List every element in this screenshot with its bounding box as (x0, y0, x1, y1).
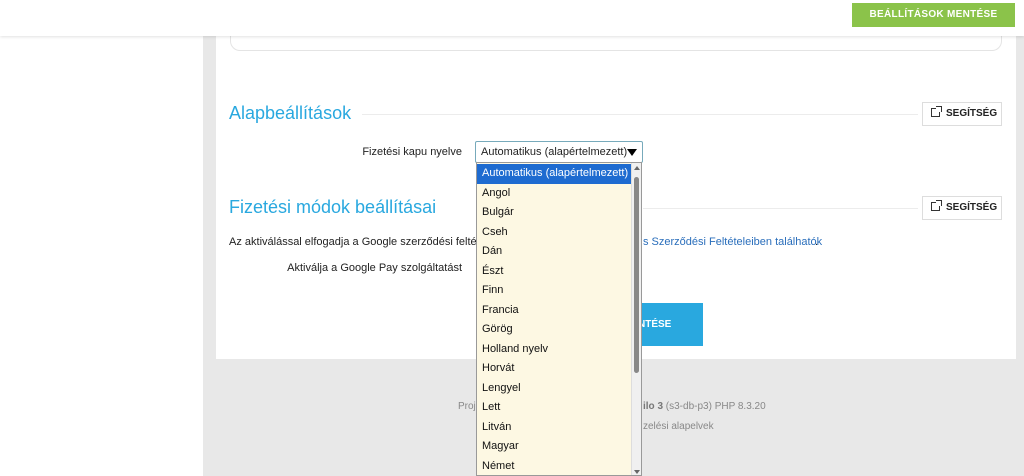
top-toolbar: BEÁLLÍTÁSOK MENTÉSE (0, 0, 1024, 36)
google-pay-label: Aktiválja a Google Pay szolgáltatást (287, 262, 462, 274)
terms-link[interactable]: s Szerződési Feltételeiben találhatók (643, 236, 822, 248)
scroll-up-arrow-icon[interactable] (634, 166, 640, 170)
select-value: Automatikus (alapértelmezett) (481, 146, 628, 158)
save-settings-button[interactable]: BEÁLLÍTÁSOK MENTÉSE (852, 3, 1015, 27)
left-sidebar (0, 36, 203, 476)
dropdown-option[interactable]: Dán (477, 242, 631, 262)
dropdown-option[interactable]: Cseh (477, 223, 631, 243)
scroll-down-arrow-icon[interactable] (634, 470, 640, 474)
scroll-thumb[interactable] (634, 177, 639, 373)
help-button-label: SEGÍTSÉG (946, 108, 998, 119)
footer-server-detail: (s3-db-p3) PHP 8.3.20 (663, 401, 766, 412)
dropdown-option[interactable]: Észt (477, 262, 631, 282)
dropdown-option[interactable]: Lengyel (477, 379, 631, 399)
dropdown-scrollbar[interactable] (631, 163, 641, 475)
terms-period: . (815, 236, 819, 248)
dropdown-option[interactable]: Görög (477, 320, 631, 340)
dropdown-option[interactable]: Horvát (477, 359, 631, 379)
dropdown-option[interactable]: Automatikus (alapértelmezett) (477, 164, 631, 184)
caret-down-icon (627, 149, 637, 156)
dropdown-option[interactable]: Német (477, 457, 631, 476)
dropdown-option[interactable]: Lett (477, 398, 631, 418)
footer-project-text: Proj (458, 401, 476, 412)
section-divider (643, 208, 918, 209)
section-divider (362, 114, 918, 115)
footer-server-info: ilo 3 (s3-db-p3) PHP 8.3.20 (643, 401, 766, 412)
help-button-payment[interactable]: SEGÍTSÉG (922, 196, 1002, 220)
help-button-label: SEGÍTSÉG (946, 202, 998, 213)
dropdown-option[interactable]: Litván (477, 418, 631, 438)
footer-server-name: ilo 3 (643, 401, 664, 412)
section-title-payment-methods: Fizetési módok beállításai (229, 197, 437, 217)
dropdown-option[interactable]: Magyar (477, 437, 631, 457)
language-dropdown-list[interactable]: Automatikus (alapértelmezett) Angol Bulgár… (476, 162, 642, 476)
footer-privacy-link[interactable]: zelési alapelvek (643, 421, 714, 432)
dropdown-option[interactable]: Francia (477, 301, 631, 321)
gateway-language-select[interactable]: Automatikus (alapértelmezett) (475, 141, 643, 163)
gateway-language-label: Fizetési kapu nyelve (362, 146, 462, 158)
section-title-basic-settings: Alapbeállítások (229, 103, 352, 123)
dropdown-option[interactable]: Finn (477, 281, 631, 301)
dropdown-option[interactable]: Angol (477, 184, 631, 204)
external-link-icon (931, 200, 942, 211)
dropdown-option[interactable]: Holland nyelv (477, 340, 631, 360)
help-button-basic[interactable]: SEGÍTSÉG (922, 102, 1002, 126)
terms-notice: Az aktiválással elfogadja a Google szerz… (229, 236, 486, 248)
external-link-icon (931, 106, 942, 117)
dropdown-option[interactable]: Bulgár (477, 203, 631, 223)
